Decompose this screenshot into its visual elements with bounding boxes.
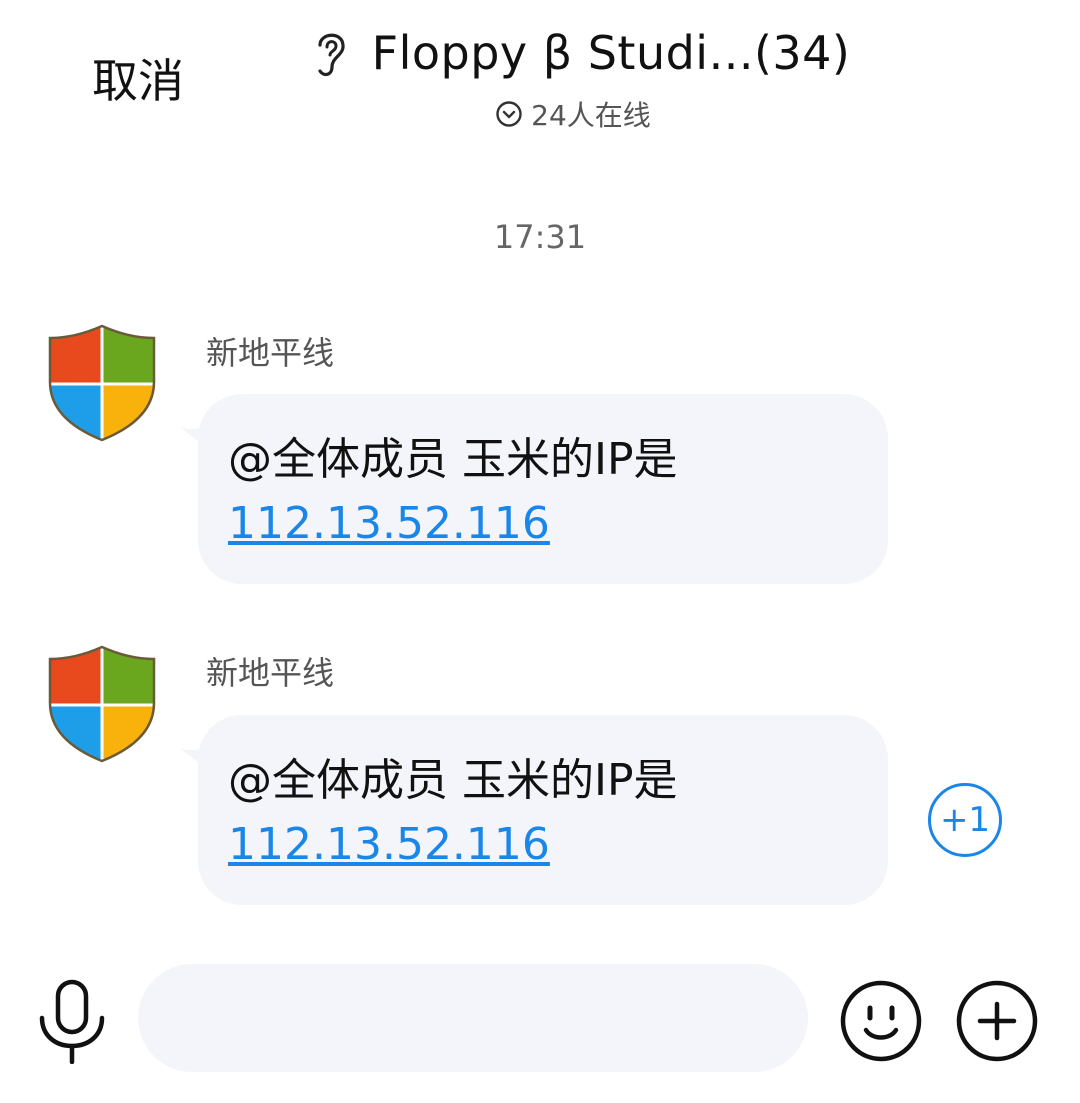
- sender-name: 新地平线: [206, 334, 335, 372]
- input-bar: [0, 960, 1080, 1080]
- shield-avatar-icon[interactable]: [46, 645, 158, 763]
- smile-icon[interactable]: [838, 978, 924, 1064]
- message-timestamp: 17:31: [493, 218, 587, 256]
- message-text: @全体成员 玉米的IP是: [228, 434, 678, 485]
- group-title: Floppy β Studi...(34): [371, 26, 851, 80]
- chat-title-bar[interactable]: Floppy β Studi...(34): [0, 26, 1080, 80]
- message-bubble[interactable]: @全体成员 玉米的IP是 112.13.52.116: [198, 394, 888, 584]
- ip-link[interactable]: 112.13.52.116: [228, 492, 858, 556]
- shield-avatar-icon[interactable]: [46, 324, 158, 442]
- chevron-down-circle-icon: [496, 101, 522, 127]
- message-text: @全体成员 玉米的IP是: [228, 755, 678, 806]
- plus-circle-icon[interactable]: [954, 978, 1040, 1064]
- message-input[interactable]: [138, 964, 808, 1072]
- ip-link[interactable]: 112.13.52.116: [228, 813, 858, 877]
- ear-icon: [318, 33, 345, 77]
- online-count: 24人在线: [531, 99, 651, 132]
- online-status[interactable]: 24人在线: [0, 94, 1080, 134]
- microphone-icon[interactable]: [36, 978, 108, 1064]
- sender-name: 新地平线: [206, 654, 335, 692]
- plus-one-button[interactable]: +1: [928, 783, 1002, 857]
- message-bubble[interactable]: @全体成员 玉米的IP是 112.13.52.116: [198, 715, 888, 905]
